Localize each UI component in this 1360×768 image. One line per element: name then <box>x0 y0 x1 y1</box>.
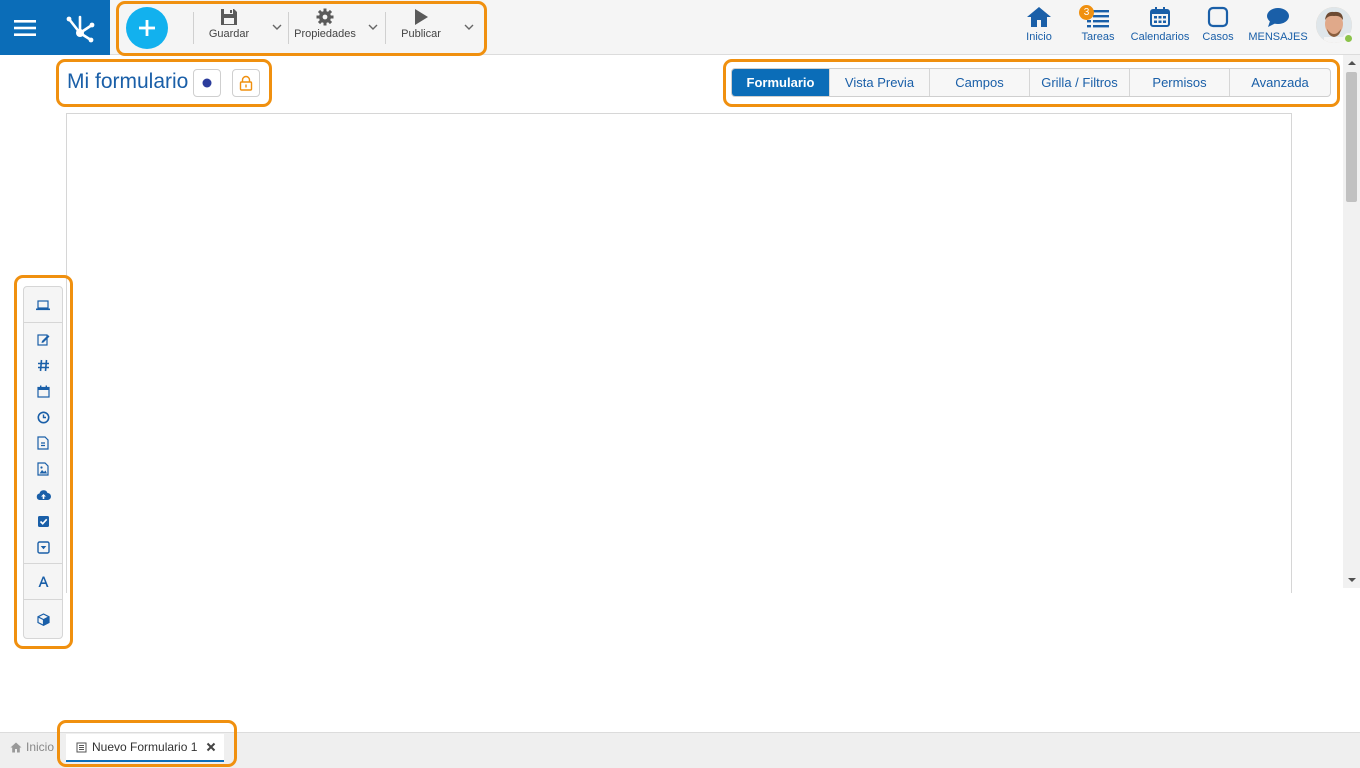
clock-icon <box>37 411 49 423</box>
tab-avanzada[interactable]: Avanzada <box>1230 69 1330 96</box>
save-label: Guardar <box>208 28 250 40</box>
tab-grilla-filtros[interactable]: Grilla / Filtros <box>1030 69 1130 96</box>
tab-permisos[interactable]: Permisos <box>1130 69 1230 96</box>
nav-home[interactable]: Inicio <box>1022 6 1056 43</box>
app-logo[interactable] <box>50 0 110 55</box>
publish-label: Publicar <box>401 28 441 40</box>
status-dot-icon <box>202 78 212 88</box>
calendar-icon <box>1150 7 1170 27</box>
nav-cases-label: Casos <box>1202 31 1234 43</box>
lock-icon <box>239 75 253 91</box>
chat-bubble-icon <box>1267 8 1289 27</box>
toolbox-image-field[interactable] <box>24 459 62 479</box>
gear-icon <box>316 8 334 26</box>
save-button[interactable]: Guardar <box>207 8 251 40</box>
save-icon <box>221 9 237 25</box>
hash-icon <box>37 359 49 371</box>
nav-calendars[interactable]: Calendarios <box>1129 6 1191 43</box>
properties-label: Propiedades <box>294 28 356 40</box>
toolbox-separator <box>24 563 62 564</box>
nav-cases[interactable]: Casos <box>1201 6 1235 43</box>
properties-button[interactable]: Propiedades <box>292 8 358 40</box>
edit-icon <box>36 333 49 346</box>
nav-tasks[interactable]: 3 Tareas <box>1079 5 1116 43</box>
logo-icon <box>66 15 95 42</box>
toolbar-separator <box>193 12 194 44</box>
toolbox-time-field[interactable] <box>24 407 62 427</box>
app-root: Guardar Propiedades Publicar Inicio 3 Ta… <box>0 0 1360 768</box>
cube-icon <box>36 612 50 626</box>
toolbox-file-field[interactable] <box>24 433 62 453</box>
toolbox-number-field[interactable] <box>24 355 62 375</box>
text-icon <box>38 576 48 587</box>
add-button[interactable] <box>126 7 168 49</box>
lock-button[interactable] <box>232 69 260 97</box>
square-icon <box>1207 6 1229 28</box>
document-tab-label: Nuevo Formulario 1 <box>92 740 198 754</box>
toolbox-checkbox-field[interactable] <box>24 511 62 531</box>
nav-calendars-label: Calendarios <box>1130 31 1190 43</box>
tasks-badge: 3 <box>1079 5 1094 20</box>
page-title: Mi formulario <box>67 70 189 93</box>
toolbox-upload-field[interactable] <box>24 485 62 505</box>
nav-messages[interactable]: MENSAJES <box>1248 6 1308 43</box>
publish-button[interactable]: Publicar <box>398 8 444 40</box>
bottom-home-tab[interactable]: Inicio <box>10 740 54 754</box>
properties-dropdown-chevron-icon[interactable] <box>366 20 380 34</box>
form-design-canvas[interactable] <box>66 113 1292 593</box>
hamburger-menu-button[interactable] <box>0 0 50 55</box>
scroll-down-arrow-icon[interactable] <box>1343 572 1360 588</box>
tab-formulario[interactable]: Formulario <box>732 69 830 96</box>
controls-toolbox <box>23 286 63 639</box>
upload-cloud-icon <box>36 490 51 500</box>
nav-tasks-label: Tareas <box>1081 31 1115 43</box>
toolbox-separator <box>24 322 62 323</box>
document-tab-nuevo-formulario[interactable]: Nuevo Formulario 1 <box>66 734 224 762</box>
home-icon <box>1027 7 1051 27</box>
calendar-icon <box>36 385 50 398</box>
toolbar-separator <box>288 12 289 44</box>
tab-campos[interactable]: Campos <box>930 69 1030 96</box>
status-button[interactable] <box>193 69 221 97</box>
toolbox-date-field[interactable] <box>24 381 62 401</box>
scrollbar-thumb[interactable] <box>1346 72 1357 202</box>
plus-icon <box>139 20 155 36</box>
toolbox-laptop[interactable] <box>24 295 62 315</box>
image-icon <box>37 462 49 476</box>
tab-bar: Formulario Vista Previa Campos Grilla / … <box>731 68 1331 97</box>
play-icon <box>415 9 428 25</box>
bottom-home-label: Inicio <box>26 740 55 754</box>
nav-messages-label: MENSAJES <box>1248 31 1308 43</box>
menu-icon <box>14 19 36 36</box>
toolbox-label-field[interactable] <box>24 571 62 591</box>
checkbox-icon <box>37 515 49 527</box>
toolbox-text-field[interactable] <box>24 329 62 349</box>
toolbox-component[interactable] <box>24 609 62 629</box>
toolbar-separator <box>385 12 386 44</box>
close-icon[interactable] <box>206 742 216 752</box>
online-status-dot <box>1343 33 1354 44</box>
nav-home-label: Inicio <box>1026 31 1052 43</box>
file-icon <box>37 436 49 450</box>
toolbox-dropdown-field[interactable] <box>24 537 62 557</box>
top-bar: Guardar Propiedades Publicar Inicio 3 Ta… <box>0 0 1360 56</box>
save-dropdown-chevron-icon[interactable] <box>270 20 284 34</box>
publish-dropdown-chevron-icon[interactable] <box>462 20 476 34</box>
toolbox-separator <box>24 599 62 600</box>
home-icon <box>10 742 22 752</box>
dropdown-icon <box>36 540 50 554</box>
form-document-icon <box>76 742 87 752</box>
tab-vista-previa[interactable]: Vista Previa <box>830 69 930 96</box>
laptop-icon <box>36 300 50 311</box>
scroll-up-arrow-icon[interactable] <box>1343 55 1360 71</box>
